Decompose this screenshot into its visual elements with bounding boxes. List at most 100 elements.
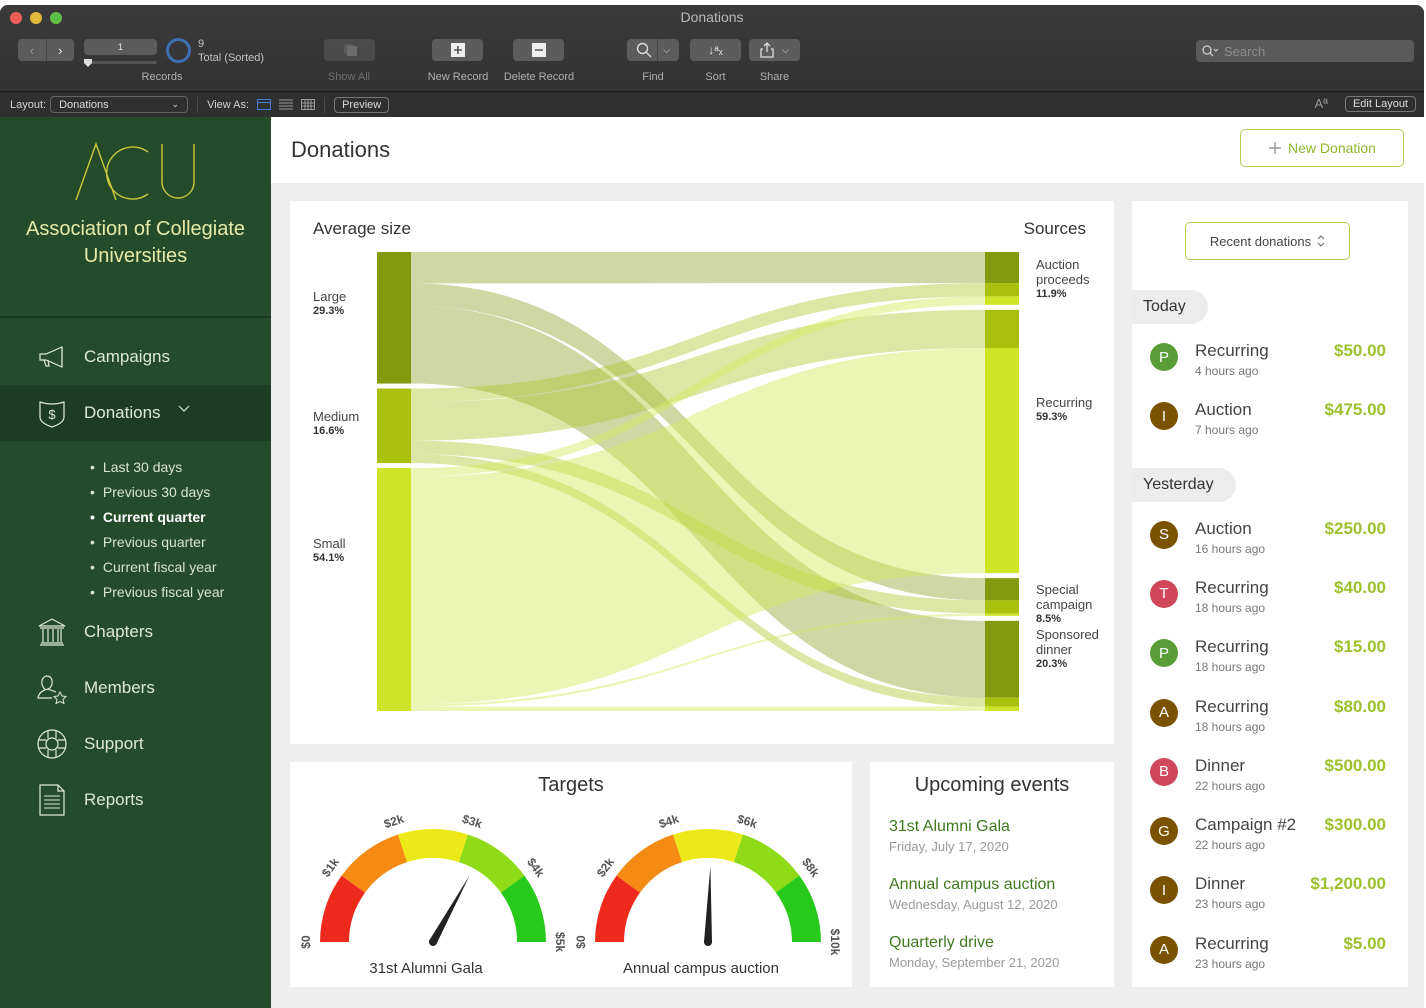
sidebar-item-support[interactable]: Support <box>0 716 271 772</box>
donation-type: Auction <box>1195 400 1252 420</box>
preview-button[interactable]: Preview <box>334 96 390 113</box>
delete-record-button[interactable] <box>513 39 564 61</box>
show-all-button[interactable] <box>324 39 375 61</box>
event-name[interactable]: Quarterly drive <box>889 934 1059 952</box>
table-view-icon[interactable] <box>301 99 316 110</box>
recent-donations-card: Recent donations Today P Recurring 4 hours … <box>1132 201 1408 987</box>
event-name[interactable]: 31st Alumni Gala <box>889 818 1010 836</box>
day-header: Today <box>1132 290 1208 324</box>
sidebar-item-campaigns[interactable]: Campaigns <box>0 329 271 385</box>
donation-time: 16 hours ago <box>1195 541 1266 556</box>
donation-row[interactable]: B Dinner 22 hours ago $500.00 <box>1150 754 1386 804</box>
donation-time: 4 hours ago <box>1195 364 1259 378</box>
avatar: A <box>1150 698 1178 727</box>
gauge-tick-label: $10k <box>828 929 842 956</box>
record-slider-thumb[interactable] <box>84 59 92 67</box>
layout-select[interactable]: Donations ⌄ <box>50 96 189 113</box>
search-input[interactable]: Search <box>1196 40 1414 62</box>
sort-label: Sort <box>705 71 726 83</box>
show-all-label: Show All <box>327 71 371 83</box>
donation-amount: $500.00 <box>1324 755 1386 775</box>
avatar: B <box>1150 757 1178 786</box>
toolbar: Donations ‹ › 1 9 Total (Sorted) Records… <box>0 5 1424 91</box>
sidebar-item-reports[interactable]: Reports <box>0 772 271 828</box>
text-size-icon[interactable]: Aª <box>1315 96 1328 111</box>
sankey-node-name: Sponsored dinner <box>1036 626 1099 657</box>
event-item[interactable]: Annual campus auction Wednesday, August … <box>889 876 1058 912</box>
sidebar-item-members[interactable]: Members <box>0 660 271 716</box>
donation-type: Dinner <box>1195 874 1246 894</box>
donation-row[interactable]: I Auction 7 hours ago $475.00 <box>1150 398 1386 448</box>
record-slider[interactable] <box>84 61 157 64</box>
building-columns-icon <box>38 618 66 646</box>
form-view-icon[interactable] <box>257 99 272 110</box>
donation-row[interactable]: T Recurring 18 hours ago $40.00 <box>1150 576 1386 626</box>
subnav-item-previous-quarter[interactable]: Previous quarter <box>90 530 224 555</box>
donation-type: Recurring <box>1195 577 1269 597</box>
gauge-band-3 <box>398 829 468 863</box>
sankey-node-percent: 29.3% <box>313 304 345 317</box>
find-label: Find <box>642 71 664 83</box>
subnav-item-last-30-days[interactable]: Last 30 days <box>90 455 224 480</box>
new-record-button[interactable] <box>432 39 483 61</box>
view-as-label: View As: <box>207 98 250 111</box>
sankey-node-name: Large <box>313 288 347 304</box>
subnav-item-previous-30-days[interactable]: Previous 30 days <box>90 480 224 505</box>
main-content: Donations New Donation Average size Sour… <box>271 117 1424 1008</box>
donation-row[interactable]: P Recurring 18 hours ago $15.00 <box>1150 635 1386 685</box>
share-icon <box>760 42 774 58</box>
event-name[interactable]: Annual campus auction <box>889 876 1058 894</box>
event-item[interactable]: Quarterly drive Monday, September 21, 20… <box>889 934 1059 970</box>
plus-icon <box>450 43 465 57</box>
donation-row[interactable]: I Dinner 23 hours ago $1,200.00 <box>1150 872 1386 922</box>
subnav-item-previous-fiscal-year[interactable]: Previous fiscal year <box>90 580 224 605</box>
donation-row[interactable]: S Auction 16 hours ago $250.00 <box>1150 517 1386 567</box>
sankey-right-label: Special campaign 8.5% <box>1036 582 1112 627</box>
sankey-node-medium <box>377 388 411 464</box>
donation-row[interactable]: A Recurring 23 hours ago $5.00 <box>1150 932 1386 982</box>
avatar: A <box>1150 935 1178 964</box>
previous-record-button[interactable]: ‹ <box>18 43 46 58</box>
shield-dollar-icon: $ <box>39 401 65 428</box>
find-button[interactable]: ⌵ <box>627 39 679 61</box>
sidebar-item-donations[interactable]: $ Donations <box>0 385 271 441</box>
donation-amount: $475.00 <box>1324 400 1386 420</box>
event-item[interactable]: 31st Alumni Gala Friday, July 17, 2020 <box>889 818 1010 854</box>
list-view-icon[interactable] <box>279 99 294 110</box>
sidebar-item-chapters[interactable]: Chapters <box>0 604 271 660</box>
window-title: Donations <box>680 9 744 25</box>
subnav-item-current-quarter[interactable]: Current quarter <box>90 505 224 530</box>
sankey-node-percent: 54.1% <box>313 552 345 565</box>
share-button[interactable]: ⌵ <box>749 39 800 61</box>
chevron-down-icon[interactable]: ⌵ <box>663 45 670 56</box>
record-progress-ring <box>166 38 191 63</box>
divider <box>657 39 659 61</box>
edit-layout-button[interactable]: Edit Layout <box>1344 96 1416 112</box>
sort-button[interactable]: ↓ᵃₓ <box>690 39 741 61</box>
sankey-left-label: Small 54.1% <box>313 536 346 566</box>
brand-block: Association of Collegiate Universities <box>0 142 271 318</box>
share-label: Share <box>759 71 790 83</box>
gauge-needle-hub <box>704 938 712 946</box>
donation-row[interactable]: P Recurring 4 hours ago $50.00 <box>1150 339 1386 389</box>
next-record-button[interactable]: › <box>47 43 75 58</box>
divider <box>324 96 326 113</box>
current-record-field[interactable]: 1 <box>84 39 157 55</box>
page-header: Donations New Donation <box>271 117 1424 183</box>
sankey-node-auction-proceeds-segment <box>985 283 1019 297</box>
sankey-flow-large-to-auction-proceeds <box>411 252 985 284</box>
donation-row[interactable]: G Campaign #2 22 hours ago $300.00 <box>1150 813 1386 863</box>
sankey-node-name: Medium <box>313 409 360 425</box>
chevron-down-icon[interactable] <box>178 405 190 413</box>
new-donation-button[interactable]: New Donation <box>1240 129 1404 167</box>
donation-row[interactable]: A Recurring 18 hours ago $80.00 <box>1150 695 1386 745</box>
avatar: P <box>1150 639 1178 668</box>
donation-amount: $15.00 <box>1334 637 1386 657</box>
recent-donations-select[interactable]: Recent donations <box>1185 222 1350 260</box>
sankey-node-percent: 16.6% <box>313 425 345 438</box>
sankey-node-special-campaign-segment <box>985 613 1019 616</box>
subnav-item-current-fiscal-year[interactable]: Current fiscal year <box>90 555 224 580</box>
donation-type: Recurring <box>1195 341 1269 360</box>
delete-record-label: Delete Record <box>503 71 575 83</box>
sidebar-item-label: Members <box>84 678 155 697</box>
